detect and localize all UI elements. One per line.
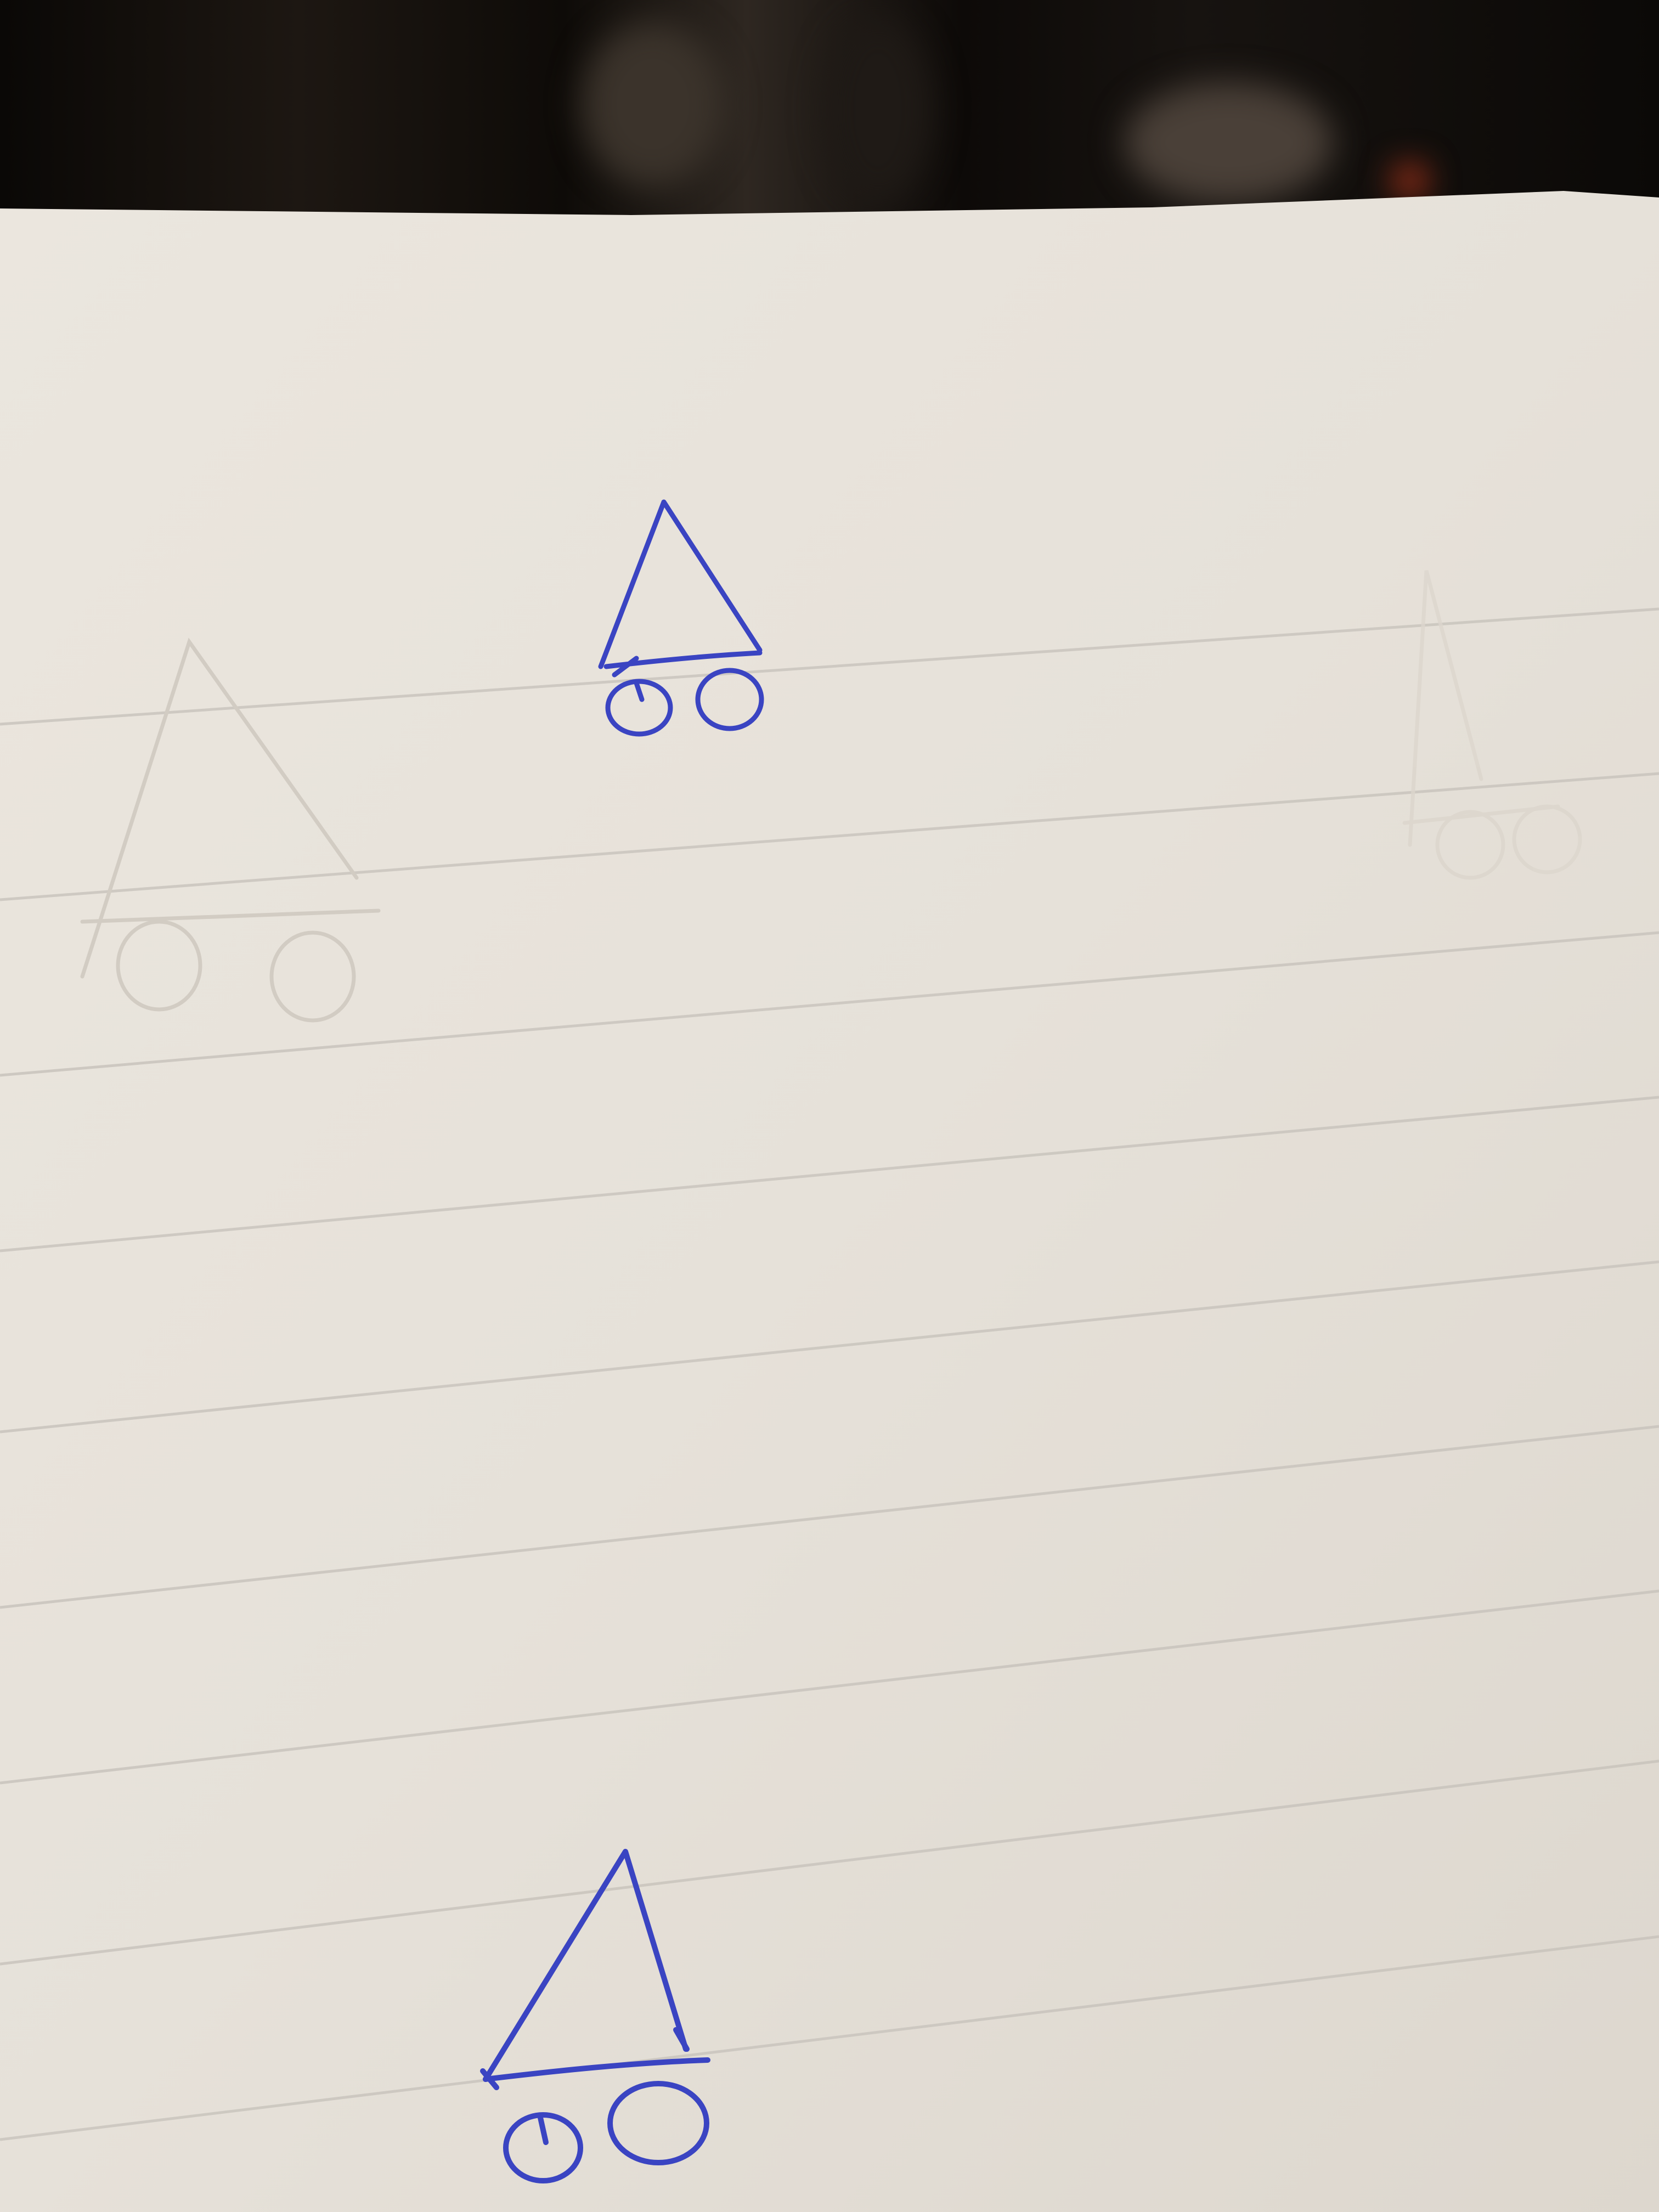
paper-surface [0,191,1659,2212]
photo-scene [0,0,1659,2212]
paper-sheet [0,191,1659,2212]
